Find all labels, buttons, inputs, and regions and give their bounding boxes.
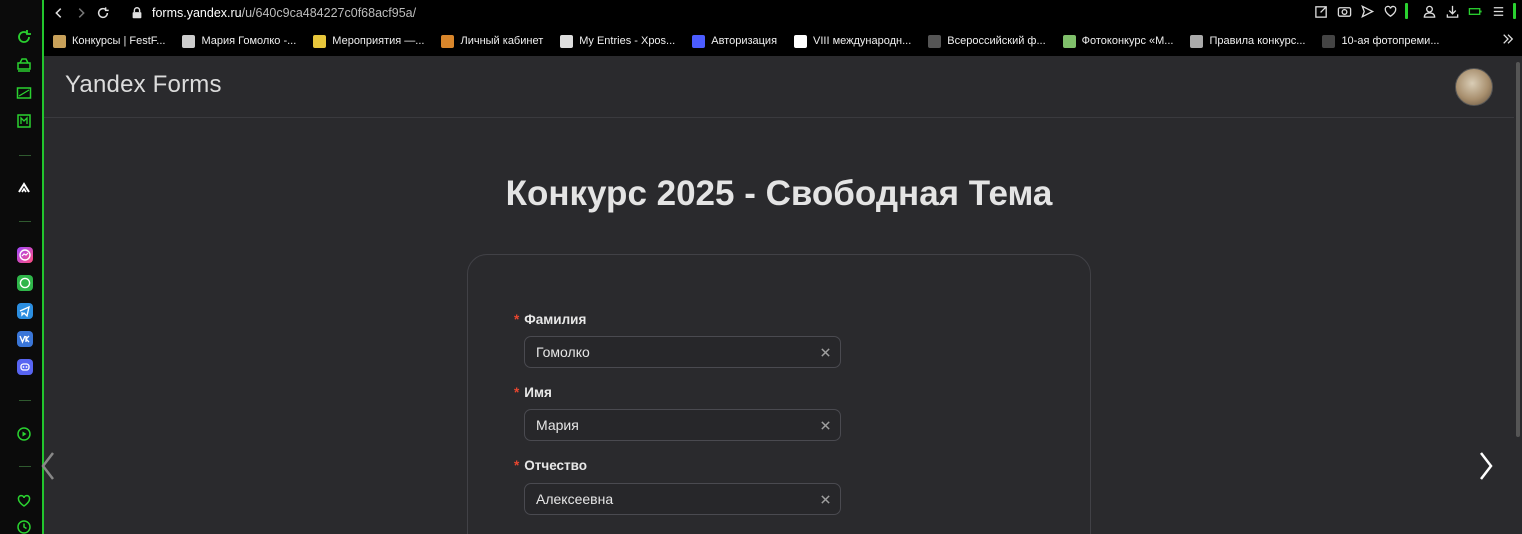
bookmark-label: Правила конкурс... [1209, 35, 1306, 47]
bookmark-label: Авторизация [711, 35, 778, 47]
bookmark-label: Конкурсы | FestF... [72, 35, 166, 47]
lock-icon [132, 7, 142, 19]
bookmark-label: Фотоконкурс «М... [1081, 35, 1174, 47]
tn-icon [441, 34, 455, 48]
field-label-surname: * Фамилия [514, 312, 587, 327]
chevron-left-icon[interactable] [38, 450, 58, 482]
vk-icon[interactable] [17, 331, 33, 347]
tower-icon [1190, 34, 1204, 48]
avatar[interactable] [1455, 68, 1493, 106]
url-field[interactable]: forms.yandex.ru/u/640c9ca484227c0f68acf9… [130, 6, 416, 20]
patronymic-value: Алексеевна [536, 491, 614, 507]
patronymic-input[interactable]: Алексеевна [524, 483, 841, 515]
back-icon[interactable] [48, 2, 70, 24]
toolbar-right [1313, 3, 1516, 19]
surname-input[interactable]: Гомолко [524, 336, 841, 368]
bookmark-item[interactable]: Личный кабинет [441, 34, 544, 48]
bookmark-label: Личный кабинет [460, 35, 544, 47]
name-input[interactable]: Мария [524, 409, 841, 441]
clear-icon[interactable] [818, 345, 832, 359]
bookmark-item[interactable]: Всероссийский ф... [928, 34, 1046, 48]
camera-icon[interactable] [1336, 3, 1352, 19]
discord-icon[interactable] [17, 359, 33, 375]
chevron-right-icon[interactable] [1476, 450, 1496, 482]
browser-sidebar [0, 0, 44, 534]
bookmark-item[interactable]: 10-ая фотопреми... [1322, 34, 1440, 48]
bookmark-item[interactable]: Конкурсы | FestF... [53, 34, 166, 48]
circle-icon [692, 34, 706, 48]
page-scrollbar[interactable] [1514, 56, 1522, 534]
m-icon [313, 34, 327, 48]
bookmark-label: Всероссийский ф... [947, 35, 1046, 47]
field-label-patronymic: * Отчество [514, 458, 588, 473]
xpos-icon [560, 34, 574, 48]
bookmark-item[interactable]: Мероприятия —... [313, 34, 425, 48]
cards-icon[interactable] [15, 84, 33, 102]
scrollbar-thumb[interactable] [1516, 62, 1520, 437]
clear-icon[interactable] [818, 418, 832, 432]
accent-end-bar [1513, 3, 1516, 19]
aria-icon[interactable] [15, 179, 33, 197]
festf-icon [53, 34, 66, 48]
history-icon[interactable] [15, 518, 33, 534]
whatsapp-icon[interactable] [17, 275, 33, 291]
bookmarks-overflow-icon[interactable] [1502, 33, 1514, 48]
bookmark-label: Мария Гомолко -... [201, 35, 297, 47]
camera-icon [928, 34, 942, 48]
heart-icon[interactable] [15, 492, 33, 510]
bookmark-item[interactable]: My Entries - Xpos... [560, 34, 676, 48]
messenger-icon[interactable] [17, 247, 33, 263]
name-value: Мария [536, 417, 579, 433]
refresh-icon[interactable] [15, 28, 33, 46]
favorite-icon[interactable] [1382, 3, 1398, 19]
photo-icon [1322, 34, 1336, 48]
clear-icon[interactable] [818, 492, 832, 506]
profile-icon[interactable] [1421, 3, 1437, 19]
leaf-icon [1062, 34, 1076, 48]
grid-icon [182, 34, 196, 48]
bookmark-item[interactable]: Правила конкурс... [1190, 34, 1306, 48]
battery-icon[interactable] [1467, 3, 1483, 19]
mail-icon[interactable] [15, 112, 33, 130]
bookmark-item[interactable]: VIII международн... [794, 34, 912, 48]
bookmarks-bar: Конкурсы | FestF... Мария Гомолко -... Мер… [44, 28, 1522, 54]
send-icon[interactable] [1359, 3, 1375, 19]
bookmark-item[interactable]: Мария Гомолко -... [182, 34, 297, 48]
bookmark-label: 10-ая фотопреми... [1341, 35, 1440, 47]
bookmark-item[interactable]: Авторизация [692, 34, 778, 48]
url-host: forms.yandex.ru [152, 6, 242, 20]
doc-icon [794, 34, 808, 48]
brand-logo[interactable]: Yandex Forms [65, 71, 222, 99]
player-icon[interactable] [15, 425, 33, 443]
bookmark-item[interactable]: Фотоконкурс «М... [1062, 34, 1174, 48]
surname-value: Гомолко [536, 344, 590, 360]
edit-icon[interactable] [1313, 3, 1329, 19]
page-content: Yandex Forms Конкурс 2025 - Свободная Те… [44, 56, 1522, 534]
address-bar: forms.yandex.ru/u/640c9ca484227c0f68acf9… [44, 0, 1522, 26]
field-label-name: * Имя [514, 385, 552, 400]
form-card: * Фамилия Гомолко * Имя Мария * Отчество Ал… [467, 254, 1091, 534]
bookmark-label: Мероприятия —... [332, 35, 425, 47]
menu-icon[interactable] [1490, 3, 1506, 19]
telegram-icon[interactable] [17, 303, 33, 319]
url-path: /u/640c9ca484227c0f68acf95a/ [241, 6, 417, 20]
forward-icon[interactable] [70, 2, 92, 24]
bookmark-label: VIII международн... [813, 35, 912, 47]
accent-divider [1405, 3, 1408, 19]
download-icon[interactable] [1444, 3, 1460, 19]
reload-icon[interactable] [92, 2, 114, 24]
page-title: Конкурс 2025 - Свободная Тема [505, 174, 1053, 213]
bookmark-label: My Entries - Xpos... [579, 35, 676, 47]
shopping-cart-icon[interactable] [15, 56, 33, 74]
site-header: Yandex Forms [44, 56, 1514, 118]
